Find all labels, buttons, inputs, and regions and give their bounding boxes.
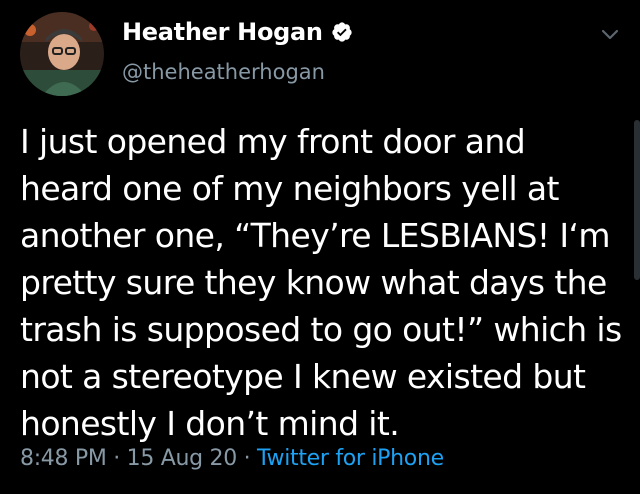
tweet-meta: 8:48 PM · 15 Aug 20 · Twitter for iPhone (20, 446, 444, 471)
author-name-row: Heather Hogan (122, 18, 353, 46)
chevron-down-icon[interactable] (598, 22, 622, 46)
tweet-source-link[interactable]: Twitter for iPhone (257, 446, 444, 471)
author-display-name[interactable]: Heather Hogan (122, 18, 323, 46)
avatar-image (20, 12, 104, 96)
verified-badge-icon (331, 21, 353, 43)
tweet-time[interactable]: 8:48 PM (20, 446, 107, 471)
tweet-text: I just opened my front door and heard on… (20, 122, 622, 443)
author-avatar[interactable] (20, 12, 104, 96)
tweet-date[interactable]: 15 Aug 20 (127, 446, 238, 471)
author-handle[interactable]: @theheatherhogan (122, 60, 325, 84)
scrollbar[interactable] (634, 120, 640, 280)
meta-separator: · (243, 446, 251, 471)
meta-separator: · (113, 446, 120, 471)
